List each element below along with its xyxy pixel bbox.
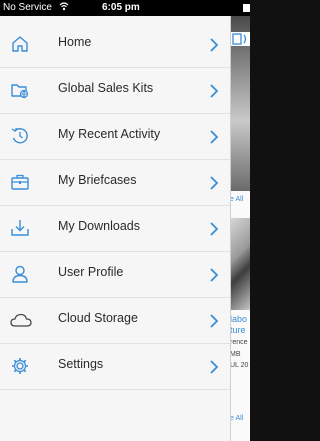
menu-item-user-profile[interactable]: User Profile bbox=[0, 252, 230, 298]
chevron-right-icon bbox=[209, 359, 219, 375]
menu-item-label: Cloud Storage bbox=[58, 311, 138, 325]
menu-item-cloud-storage[interactable]: Cloud Storage bbox=[0, 298, 230, 344]
menu-item-label: My Recent Activity bbox=[58, 127, 161, 141]
see-all-link[interactable]: e All bbox=[230, 415, 243, 422]
menu-item-my-briefcases[interactable]: My Briefcases bbox=[0, 160, 230, 206]
sales-kit-icon bbox=[10, 80, 30, 100]
background-photo bbox=[230, 218, 250, 310]
carrier-label: No Service bbox=[3, 2, 52, 13]
menu-item-label: My Downloads bbox=[58, 219, 140, 233]
chevron-right-icon bbox=[209, 267, 219, 283]
item-meta: MB bbox=[230, 351, 241, 358]
recent-activity-icon bbox=[10, 126, 30, 146]
menu-item-label: Global Sales Kits bbox=[58, 81, 154, 95]
menu-item-label: User Profile bbox=[58, 265, 124, 279]
chevron-right-icon bbox=[209, 175, 219, 191]
item-title[interactable]: labo bbox=[230, 314, 247, 324]
chevron-right-icon bbox=[209, 83, 219, 99]
battery-icon bbox=[243, 4, 250, 12]
side-menu: Home Global Sales Kits My Recent Activit… bbox=[0, 16, 230, 441]
clock: 6:05 pm bbox=[102, 2, 140, 13]
menu-item-label: Settings bbox=[58, 357, 104, 371]
settings-icon bbox=[10, 356, 30, 376]
see-all-link[interactable]: e All bbox=[230, 196, 243, 203]
item-title[interactable]: ture bbox=[230, 325, 246, 335]
home-icon bbox=[10, 34, 30, 54]
menu-item-label: Home bbox=[58, 35, 92, 49]
menu-item-global-sales-kits[interactable]: Global Sales Kits bbox=[0, 68, 230, 114]
status-bar: No Service 6:05 pm bbox=[0, 0, 250, 16]
menu-item-my-downloads[interactable]: My Downloads bbox=[0, 206, 230, 252]
download-icon bbox=[10, 218, 30, 238]
menu-item-home[interactable]: Home bbox=[0, 22, 230, 68]
item-meta: UL 20 bbox=[230, 362, 249, 369]
menu-item-label: My Briefcases bbox=[58, 173, 137, 187]
menu-item-my-recent-activity[interactable]: My Recent Activity bbox=[0, 114, 230, 160]
chevron-right-icon bbox=[209, 129, 219, 145]
item-meta: rence bbox=[230, 339, 248, 346]
chevron-right-icon bbox=[209, 37, 219, 53]
menu-item-settings[interactable]: Settings bbox=[0, 344, 230, 390]
chevron-right-icon bbox=[209, 313, 219, 329]
briefcase-icon bbox=[10, 172, 30, 192]
background-content: e All labo ture rence MB UL 20 e All bbox=[230, 16, 250, 441]
cloud-icon bbox=[10, 310, 32, 330]
user-icon bbox=[10, 264, 30, 284]
chevron-right-icon bbox=[209, 221, 219, 237]
drawer-divider bbox=[230, 16, 231, 441]
document-icon bbox=[230, 32, 250, 46]
wifi-icon bbox=[59, 0, 69, 16]
